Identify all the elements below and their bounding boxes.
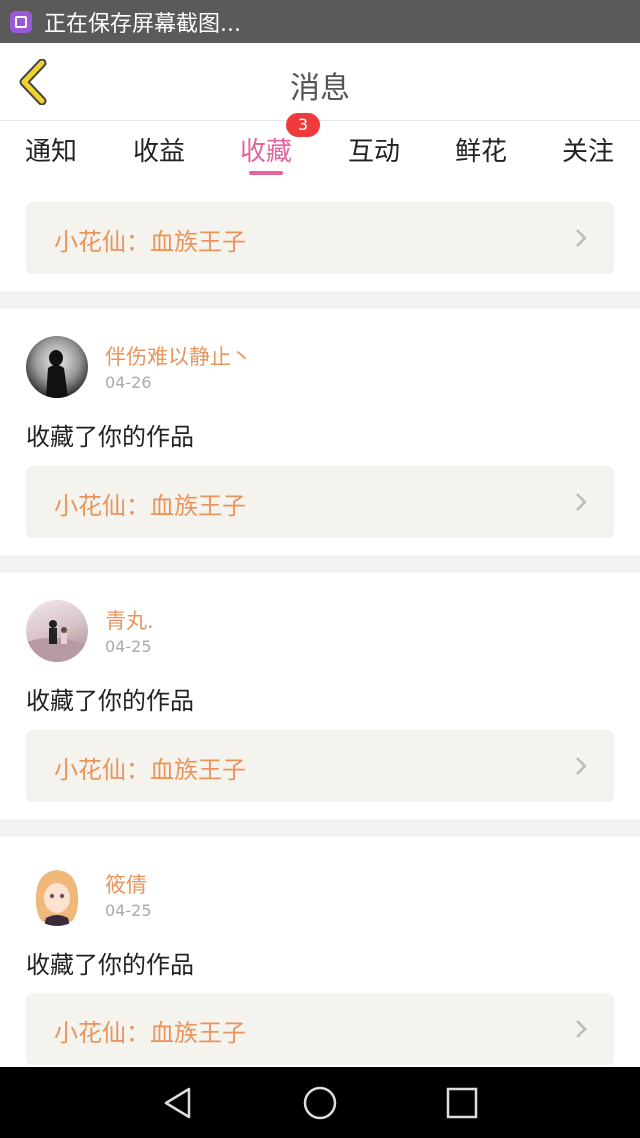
list-item: 筱倩 04-25 收藏了你的作品 小花仙：血族王子 bbox=[0, 837, 640, 1067]
list-item: 小花仙：血族王子 bbox=[0, 185, 640, 291]
work-link[interactable]: 小花仙：血族王子 bbox=[26, 993, 614, 1065]
status-text: 正在保存屏幕截图... bbox=[44, 11, 241, 37]
active-tab-indicator bbox=[249, 171, 283, 175]
home-circle-icon[interactable] bbox=[301, 1084, 339, 1122]
back-triangle-icon[interactable] bbox=[159, 1084, 197, 1122]
page-title: 消息 bbox=[290, 71, 350, 106]
work-link[interactable]: 小花仙：血族王子 bbox=[26, 466, 614, 538]
screenshot-app-icon bbox=[10, 10, 32, 33]
tab-favorites[interactable]: 收藏 bbox=[240, 131, 292, 168]
work-title: 小花仙：血族王子 bbox=[54, 756, 246, 784]
avatar[interactable] bbox=[26, 336, 88, 398]
header: 消息 bbox=[0, 43, 640, 121]
avatar[interactable] bbox=[26, 600, 88, 662]
avatar[interactable] bbox=[26, 864, 88, 926]
tab-follow[interactable]: 关注 bbox=[562, 131, 614, 168]
action-text: 收藏了你的作品 bbox=[26, 687, 194, 715]
work-title: 小花仙：血族王子 bbox=[54, 1019, 246, 1047]
date: 04-25 bbox=[105, 901, 152, 920]
system-nav-bar bbox=[0, 1067, 640, 1138]
date: 04-26 bbox=[105, 373, 152, 392]
tab-bar: 通知 收益 收藏 互动 鲜花 关注 bbox=[0, 121, 640, 185]
action-text: 收藏了你的作品 bbox=[26, 951, 194, 979]
work-title: 小花仙：血族王子 bbox=[54, 492, 246, 520]
username[interactable]: 筱倩 bbox=[105, 869, 147, 899]
chevron-right-icon bbox=[576, 1020, 587, 1038]
date: 04-25 bbox=[105, 637, 152, 656]
tab-flowers[interactable]: 鲜花 bbox=[455, 131, 507, 168]
username[interactable]: 伴伤难以静止丶 bbox=[105, 341, 252, 371]
unread-badge: 3 bbox=[286, 113, 320, 137]
work-link[interactable]: 小花仙：血族王子 bbox=[26, 730, 614, 802]
tab-interaction[interactable]: 互动 bbox=[348, 131, 400, 168]
work-link[interactable]: 小花仙：血族王子 bbox=[26, 202, 614, 274]
list-item: 青丸. 04-25 收藏了你的作品 小花仙：血族王子 bbox=[0, 573, 640, 819]
tab-earnings[interactable]: 收益 bbox=[133, 131, 185, 168]
status-bar: 正在保存屏幕截图... bbox=[0, 0, 640, 43]
recents-square-icon[interactable] bbox=[443, 1084, 481, 1122]
action-text: 收藏了你的作品 bbox=[26, 423, 194, 451]
work-title: 小花仙：血族王子 bbox=[54, 228, 246, 256]
chevron-right-icon bbox=[576, 229, 587, 247]
tab-notice[interactable]: 通知 bbox=[25, 131, 77, 168]
username[interactable]: 青丸. bbox=[105, 605, 154, 635]
chevron-right-icon bbox=[576, 493, 587, 511]
chevron-right-icon bbox=[576, 757, 587, 775]
list-item: 伴伤难以静止丶 04-26 收藏了你的作品 小花仙：血族王子 bbox=[0, 309, 640, 555]
